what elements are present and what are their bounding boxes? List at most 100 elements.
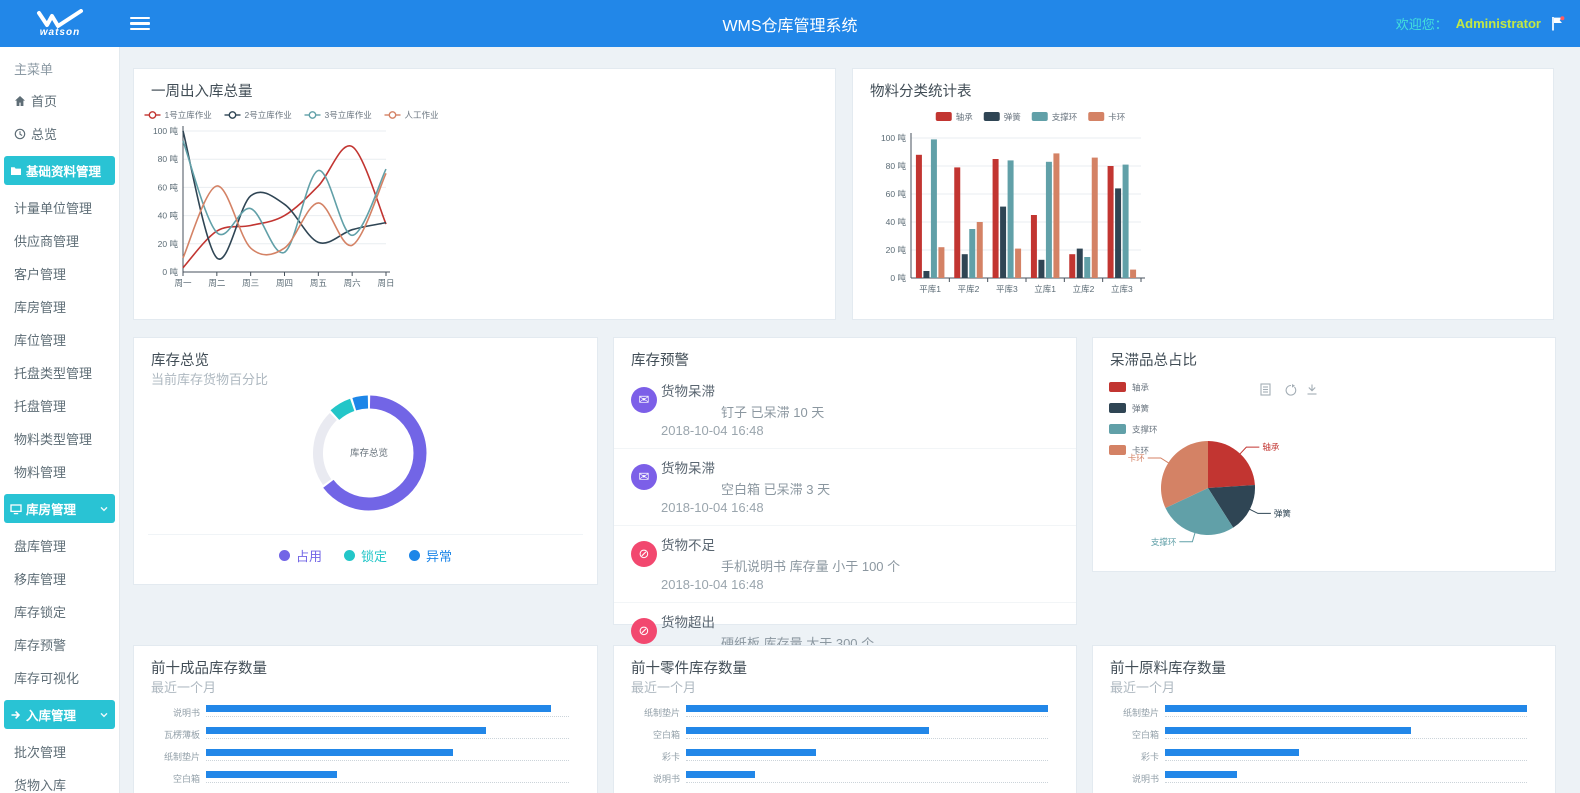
- bar[interactable]: [206, 705, 551, 712]
- bar[interactable]: [686, 705, 1048, 712]
- sidebar-item-19[interactable]: 入库管理: [4, 700, 115, 729]
- sidebar-item-20[interactable]: 批次管理: [0, 735, 119, 768]
- alert-title: 货物不足: [661, 534, 1060, 554]
- bar-label: 说明书: [630, 772, 680, 785]
- weekly-io-line-chart[interactable]: 0 吨20 吨40 吨60 吨80 吨100 吨周一周二周三周四周五周六周日1号…: [134, 69, 837, 321]
- svg-text:40 吨: 40 吨: [886, 217, 907, 227]
- sidebar-item-label: 库房管理: [14, 297, 66, 316]
- svg-text:周三: 周三: [242, 278, 259, 288]
- bar[interactable]: [1165, 705, 1527, 712]
- sidebar-item-1[interactable]: 首页: [0, 84, 119, 117]
- sidebar-item-18[interactable]: 库存可视化: [0, 661, 119, 694]
- notification-flag-icon[interactable]: [1549, 15, 1566, 32]
- main-content: 一周出入库总量 0 吨20 吨40 吨60 吨80 吨100 吨周一周二周三周四…: [120, 47, 1580, 793]
- bar-row: 说明书: [150, 702, 569, 724]
- legend-item[interactable]: 锁定: [344, 546, 387, 565]
- svg-text:弹簧: 弹簧: [1132, 404, 1150, 414]
- card-top-parts-stock: 前十零件库存数量 最近一个月 纸制垫片空白箱彩卡说明书: [613, 645, 1077, 793]
- card-material-stats: 物料分类统计表 0 吨20 吨40 吨60 吨80 吨100 吨平库1平库2平库…: [852, 68, 1554, 320]
- sidebar-item-label: 客户管理: [14, 264, 66, 283]
- svg-text:周六: 周六: [344, 278, 362, 288]
- svg-text:人工作业: 人工作业: [405, 110, 439, 120]
- bar-label: 说明书: [1109, 772, 1159, 785]
- svg-text:20 吨: 20 吨: [886, 245, 907, 255]
- bar-label: 纸制垫片: [1109, 706, 1159, 719]
- bar[interactable]: [206, 749, 453, 756]
- bar[interactable]: [206, 727, 486, 734]
- svg-text:周日: 周日: [377, 278, 394, 288]
- sidebar-item-label: 库存锁定: [14, 602, 66, 621]
- card-top-finished-stock: 前十成品库存数量 最近一个月 说明书瓦楞薄板纸制垫片空白箱: [133, 645, 598, 793]
- bar[interactable]: [1165, 749, 1299, 756]
- sidebar-item-5[interactable]: 供应商管理: [0, 224, 119, 257]
- watson-w-icon: [36, 9, 84, 29]
- svg-text:60 吨: 60 吨: [158, 182, 179, 192]
- username[interactable]: Administrator: [1456, 16, 1541, 31]
- alert-time: 2018-10-04 16:48: [661, 577, 1060, 592]
- stagnant-pie-chart[interactable]: 轴承弹簧支撑环卡环轴承弹簧支撑环卡环: [1093, 338, 1557, 573]
- sidebar-item-3[interactable]: 基础资料管理: [4, 156, 115, 185]
- sidebar-item-2[interactable]: 总览: [0, 117, 119, 150]
- sidebar-item-12[interactable]: 物料管理: [0, 455, 119, 488]
- card-subtitle: 最近一个月: [1110, 677, 1175, 696]
- sidebar-item-15[interactable]: 移库管理: [0, 562, 119, 595]
- alert-desc: 钉子 已呆滞 10 天: [721, 402, 1060, 421]
- alert-item[interactable]: ✉货物呆滞空白箱 已呆滞 3 天2018-10-04 16:48: [614, 449, 1076, 526]
- envelope-icon: ✉: [631, 387, 657, 413]
- alert-item[interactable]: ⊘货物不足手机说明书 库存量 小于 100 个2018-10-04 16:48: [614, 526, 1076, 603]
- bar[interactable]: [206, 771, 337, 778]
- card-subtitle: 最近一个月: [631, 677, 696, 696]
- bar-track: [1165, 746, 1527, 768]
- row-separator: [206, 716, 569, 717]
- row-separator: [686, 738, 1048, 739]
- alert-list: ✉货物呆滞钉子 已呆滞 10 天2018-10-04 16:48✉货物呆滞空白箱…: [614, 372, 1076, 679]
- sidebar-item-13[interactable]: 库房管理: [4, 494, 115, 523]
- sidebar-item-9[interactable]: 托盘类型管理: [0, 356, 119, 389]
- menu-toggle-icon[interactable]: [130, 14, 150, 34]
- sidebar-item-17[interactable]: 库存预警: [0, 628, 119, 661]
- sidebar-item-7[interactable]: 库房管理: [0, 290, 119, 323]
- sidebar-item-21[interactable]: 货物入库: [0, 768, 119, 793]
- sidebar-item-8[interactable]: 库位管理: [0, 323, 119, 356]
- overview-icon: [14, 128, 26, 140]
- svg-text:支撑环: 支撑环: [1132, 425, 1158, 435]
- svg-text:1号立库作业: 1号立库作业: [165, 110, 212, 120]
- legend-item[interactable]: 占用: [279, 546, 322, 565]
- svg-text:平库1: 平库1: [919, 284, 941, 294]
- alert-time: 2018-10-04 16:48: [661, 500, 1060, 515]
- bar-track: [686, 768, 1048, 790]
- sidebar-item-label: 入库管理: [26, 705, 76, 724]
- bar[interactable]: [1165, 771, 1237, 778]
- bar-row: 瓦楞薄板: [150, 724, 569, 746]
- svg-text:弹簧: 弹簧: [1004, 112, 1022, 122]
- bar[interactable]: [686, 771, 755, 778]
- card-subtitle: 最近一个月: [151, 677, 216, 696]
- alert-title: 货物超出: [661, 611, 1060, 631]
- bar[interactable]: [686, 749, 816, 756]
- sidebar-item-10[interactable]: 托盘管理: [0, 389, 119, 422]
- brand-logo[interactable]: watson: [0, 9, 120, 38]
- bar[interactable]: [686, 727, 929, 734]
- bar-track: [206, 768, 569, 790]
- card-stagnant-ratio: 呆滞品总占比 轴承弹簧支撑环卡环轴承弹簧支撑环卡环: [1092, 337, 1556, 572]
- bar[interactable]: [1165, 727, 1411, 734]
- sidebar-item-6[interactable]: 客户管理: [0, 257, 119, 290]
- sidebar-item-label: 货物入库: [14, 775, 66, 793]
- legend-item[interactable]: 异常: [409, 546, 452, 565]
- sidebar-item-label: 库房管理: [26, 499, 76, 518]
- material-bar-chart[interactable]: 0 吨20 吨40 吨60 吨80 吨100 吨平库1平库2平库3立库1立库2立…: [853, 69, 1555, 321]
- sidebar-item-16[interactable]: 库存锁定: [0, 595, 119, 628]
- sidebar-item-label: 总览: [31, 124, 57, 143]
- card-title: 库存预警: [631, 349, 689, 370]
- svg-text:轴承: 轴承: [1262, 442, 1280, 452]
- bar-label: 空白箱: [630, 728, 680, 741]
- bar-track: [1165, 768, 1527, 790]
- bar-track: [206, 724, 569, 746]
- alert-item[interactable]: ✉货物呆滞钉子 已呆滞 10 天2018-10-04 16:48: [614, 372, 1076, 449]
- sidebar-item-11[interactable]: 物料类型管理: [0, 422, 119, 455]
- card-title: 物料分类统计表: [870, 80, 972, 101]
- sidebar-item-4[interactable]: 计量单位管理: [0, 191, 119, 224]
- sidebar-item-14[interactable]: 盘库管理: [0, 529, 119, 562]
- sidebar-item-label: 库存预警: [14, 635, 66, 654]
- brand-name: watson: [40, 27, 80, 38]
